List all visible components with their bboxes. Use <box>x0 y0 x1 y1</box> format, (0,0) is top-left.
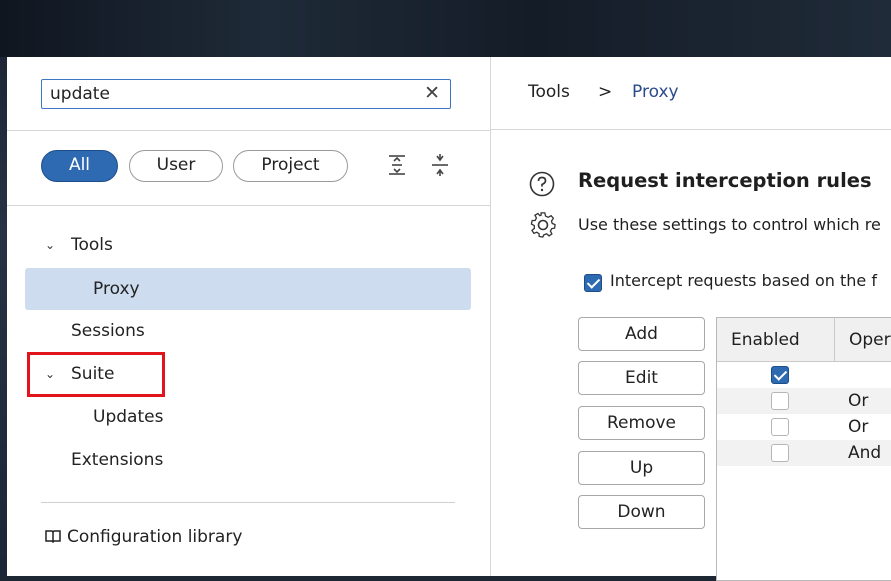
chevron-down-icon[interactable]: ⌄ <box>45 238 55 252</box>
down-button[interactable]: Down <box>578 495 705 529</box>
edit-button[interactable]: Edit <box>578 361 705 395</box>
divider <box>7 130 490 131</box>
tree-item-tools[interactable]: Tools <box>71 224 113 266</box>
intercept-requests-label: Intercept requests based on the f <box>610 271 877 290</box>
intercept-requests-checkbox[interactable] <box>584 274 602 292</box>
tree-item-updates[interactable]: Updates <box>93 396 163 438</box>
rule-operator: Or <box>848 417 869 437</box>
settings-content-pane: Tools > Proxy Request interception rules… <box>491 57 891 581</box>
tree-selection-highlight <box>25 268 471 310</box>
gear-icon[interactable] <box>529 211 557 239</box>
table-row[interactable] <box>717 362 891 388</box>
column-header-enabled[interactable]: Enabled <box>717 318 835 362</box>
breadcrumb-current: Proxy <box>632 82 679 102</box>
tree-item-sessions[interactable]: Sessions <box>71 310 145 352</box>
rule-enabled-checkbox[interactable] <box>771 366 789 384</box>
table-row[interactable]: And <box>717 440 891 466</box>
settings-window: ✕ All User Project ⌄ Tools Proxy Session… <box>7 57 891 581</box>
breadcrumb-root[interactable]: Tools <box>528 82 570 102</box>
expand-all-icon[interactable] <box>386 153 408 177</box>
collapse-all-icon[interactable] <box>429 153 451 177</box>
settings-navigation-pane: ✕ All User Project ⌄ Tools Proxy Session… <box>7 57 491 576</box>
breadcrumb-separator: > <box>598 82 613 102</box>
remove-button[interactable]: Remove <box>578 406 705 440</box>
filter-all-button[interactable]: All <box>41 150 118 182</box>
divider <box>7 205 490 206</box>
help-icon[interactable] <box>529 171 555 197</box>
rule-enabled-checkbox[interactable] <box>771 418 789 436</box>
column-header-operator[interactable]: Oper <box>835 318 891 362</box>
search-box: ✕ <box>41 79 451 109</box>
close-icon[interactable]: ✕ <box>424 82 440 104</box>
rule-enabled-checkbox[interactable] <box>771 444 789 462</box>
tree-item-proxy[interactable]: Proxy <box>93 268 140 310</box>
section-title: Request interception rules <box>578 169 872 192</box>
highlight-annotation-box <box>27 352 165 397</box>
up-button[interactable]: Up <box>578 451 705 485</box>
search-input[interactable] <box>50 83 410 105</box>
configuration-library-link[interactable]: Configuration library <box>45 527 242 547</box>
divider <box>41 502 455 503</box>
table-row[interactable]: Or <box>717 414 891 440</box>
table-row[interactable]: Or <box>717 388 891 414</box>
add-button[interactable]: Add <box>578 317 705 351</box>
filter-user-button[interactable]: User <box>129 150 223 182</box>
interception-rules-table: Enabled Oper Or Or And <box>716 317 891 581</box>
configuration-library-label: Configuration library <box>67 527 243 547</box>
rule-operator: And <box>848 443 882 463</box>
desktop-wallpaper-strip <box>0 0 891 57</box>
book-icon <box>45 530 61 544</box>
section-description: Use these settings to control which re <box>578 215 881 234</box>
divider <box>491 129 891 130</box>
rule-operator: Or <box>848 391 869 411</box>
tree-item-extensions[interactable]: Extensions <box>71 439 163 481</box>
filter-project-button[interactable]: Project <box>233 150 348 182</box>
rule-enabled-checkbox[interactable] <box>771 392 789 410</box>
